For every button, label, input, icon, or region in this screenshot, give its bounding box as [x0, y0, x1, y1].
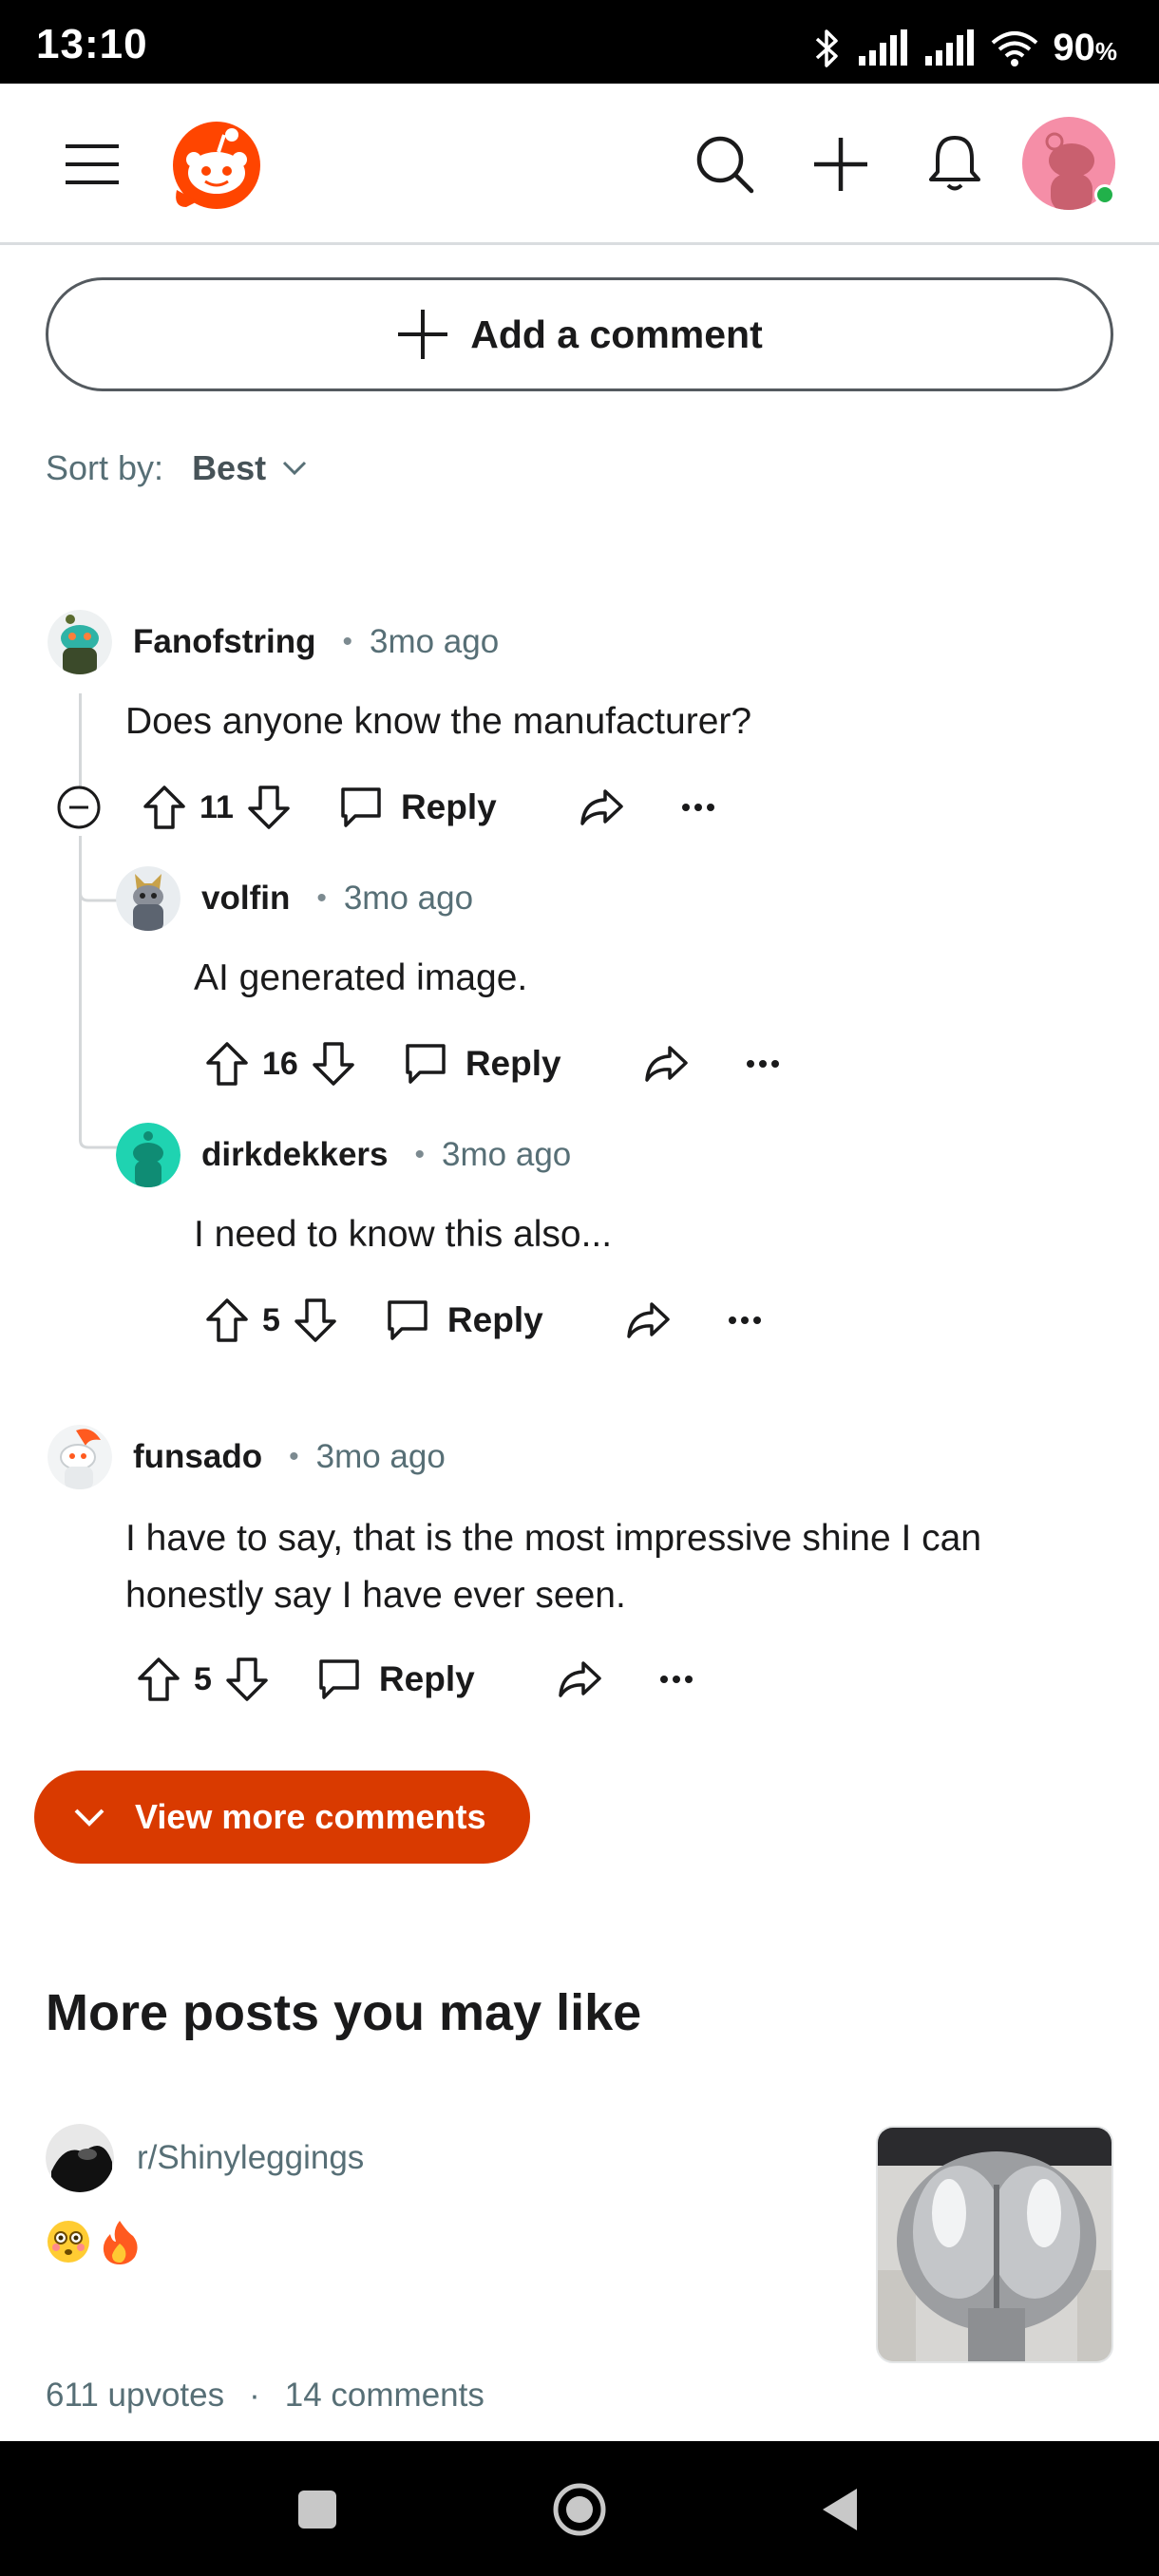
online-status-dot — [1094, 184, 1115, 205]
comment-body: I have to say, that is the most impressi… — [125, 1518, 982, 1616]
downvote-icon[interactable] — [294, 1297, 337, 1343]
downvote-icon[interactable] — [225, 1657, 269, 1702]
plus-icon[interactable] — [808, 131, 874, 198]
back-icon[interactable] — [817, 2485, 861, 2534]
chevron-down-icon — [74, 1809, 104, 1827]
status-time: 13:10 — [36, 21, 148, 67]
comment-body: AI generated image. — [194, 957, 528, 998]
fire-emoji-icon — [103, 2221, 138, 2264]
add-comment-label: Add a comment — [470, 312, 763, 356]
home-icon[interactable] — [551, 2481, 608, 2538]
comment-icon — [406, 1044, 446, 1084]
upvote-icon[interactable] — [142, 785, 186, 830]
upvote-icon[interactable] — [137, 1657, 180, 1702]
bell-icon[interactable] — [922, 129, 988, 196]
comment-body: Does anyone know the manufacturer? — [125, 701, 752, 742]
upvote-count: 611 upvotes — [46, 2377, 225, 2414]
add-comment-button[interactable]: Add a comment — [46, 277, 1113, 391]
comment-time: 3mo ago — [442, 1136, 572, 1173]
avatar[interactable] — [116, 866, 180, 931]
signal-icon — [859, 28, 908, 66]
sort-label: Sort by: — [46, 448, 164, 487]
comment-actions: 11 Reply — [55, 779, 715, 836]
post-stats: 611 upvotes · 14 comments — [46, 2377, 484, 2415]
reddit-logo[interactable] — [169, 116, 264, 211]
downvote-icon[interactable] — [312, 1041, 355, 1087]
more-options-icon[interactable] — [728, 1315, 762, 1326]
collapse-icon[interactable] — [55, 784, 103, 831]
comment-author[interactable]: volfin — [201, 880, 290, 918]
comment-author[interactable]: funsado — [133, 1438, 262, 1476]
more-options-icon[interactable] — [746, 1058, 780, 1070]
upvote-icon[interactable] — [205, 1297, 249, 1343]
section-title: More posts you may like — [46, 1984, 642, 2041]
more-options-icon[interactable] — [681, 802, 715, 813]
comment-header: volfin • 3mo ago — [116, 866, 473, 931]
sort-value[interactable]: Best — [192, 448, 266, 488]
vote-count: 16 — [262, 1045, 298, 1082]
chevron-down-icon — [283, 461, 307, 476]
comment-author[interactable]: Fanofstring — [133, 623, 315, 661]
comment-time: 3mo ago — [370, 623, 500, 660]
share-icon[interactable] — [625, 1300, 671, 1340]
battery-level: 90% — [1053, 27, 1117, 68]
comment-icon — [319, 1659, 359, 1699]
recent-apps-icon[interactable] — [294, 2487, 340, 2532]
comment-actions: 16 Reply — [205, 1035, 780, 1092]
status-icons: 90% — [811, 27, 1117, 69]
vote-count: 5 — [194, 1660, 212, 1697]
system-nav-bar — [0, 2441, 1159, 2576]
view-more-comments-button[interactable]: View more comments — [34, 1771, 530, 1864]
comment-header: funsado • 3mo ago — [48, 1425, 446, 1489]
subreddit-avatar — [46, 2124, 114, 2192]
top-nav — [0, 84, 1159, 245]
thread-line — [79, 693, 82, 788]
plus-icon — [398, 310, 448, 359]
share-icon[interactable] — [643, 1044, 689, 1084]
share-icon[interactable] — [557, 1659, 602, 1699]
downvote-icon[interactable] — [247, 785, 291, 830]
comment-time: 3mo ago — [315, 1438, 446, 1475]
upvote-icon[interactable] — [205, 1041, 249, 1087]
comment-actions: 5 Reply — [137, 1651, 694, 1708]
reply-button[interactable]: Reply — [338, 786, 497, 829]
vote-count: 5 — [262, 1301, 280, 1338]
comment-icon — [388, 1300, 428, 1340]
bluetooth-icon — [816, 28, 839, 67]
menu-icon[interactable] — [59, 131, 125, 198]
subreddit-name: r/Shinyleggings — [137, 2139, 365, 2176]
subreddit-link[interactable]: r/Shinyleggings — [46, 2124, 364, 2192]
more-options-icon[interactable] — [659, 1674, 694, 1685]
reply-button[interactable]: Reply — [403, 1042, 561, 1086]
avatar[interactable] — [48, 1425, 112, 1489]
post-title[interactable]: 😳🔥 — [46, 2219, 141, 2264]
comment-header: dirkdekkers • 3mo ago — [116, 1123, 571, 1187]
comment-icon — [341, 787, 381, 827]
reply-button[interactable]: Reply — [316, 1657, 475, 1701]
reply-button[interactable]: Reply — [385, 1298, 543, 1342]
avatar[interactable] — [48, 610, 112, 674]
flushed-emoji-icon — [48, 2221, 89, 2263]
comment-body: I need to know this also... — [194, 1214, 613, 1255]
avatar[interactable] — [116, 1123, 180, 1187]
vote-count: 11 — [200, 788, 234, 825]
wifi-icon — [992, 30, 1038, 66]
comment-actions: 5 Reply — [205, 1292, 762, 1349]
share-icon[interactable] — [579, 787, 624, 827]
status-bar: 13:10 90% — [0, 0, 1159, 84]
signal-icon — [925, 28, 975, 66]
comment-time: 3mo ago — [343, 880, 474, 917]
sort-control[interactable]: Sort by: Best — [46, 448, 308, 488]
comment-header: Fanofstring • 3mo ago — [48, 610, 499, 674]
post-thumbnail[interactable] — [876, 2126, 1113, 2363]
comment-author[interactable]: dirkdekkers — [201, 1136, 389, 1174]
search-icon[interactable] — [692, 131, 758, 198]
comment-count[interactable]: 14 comments — [285, 2377, 484, 2415]
